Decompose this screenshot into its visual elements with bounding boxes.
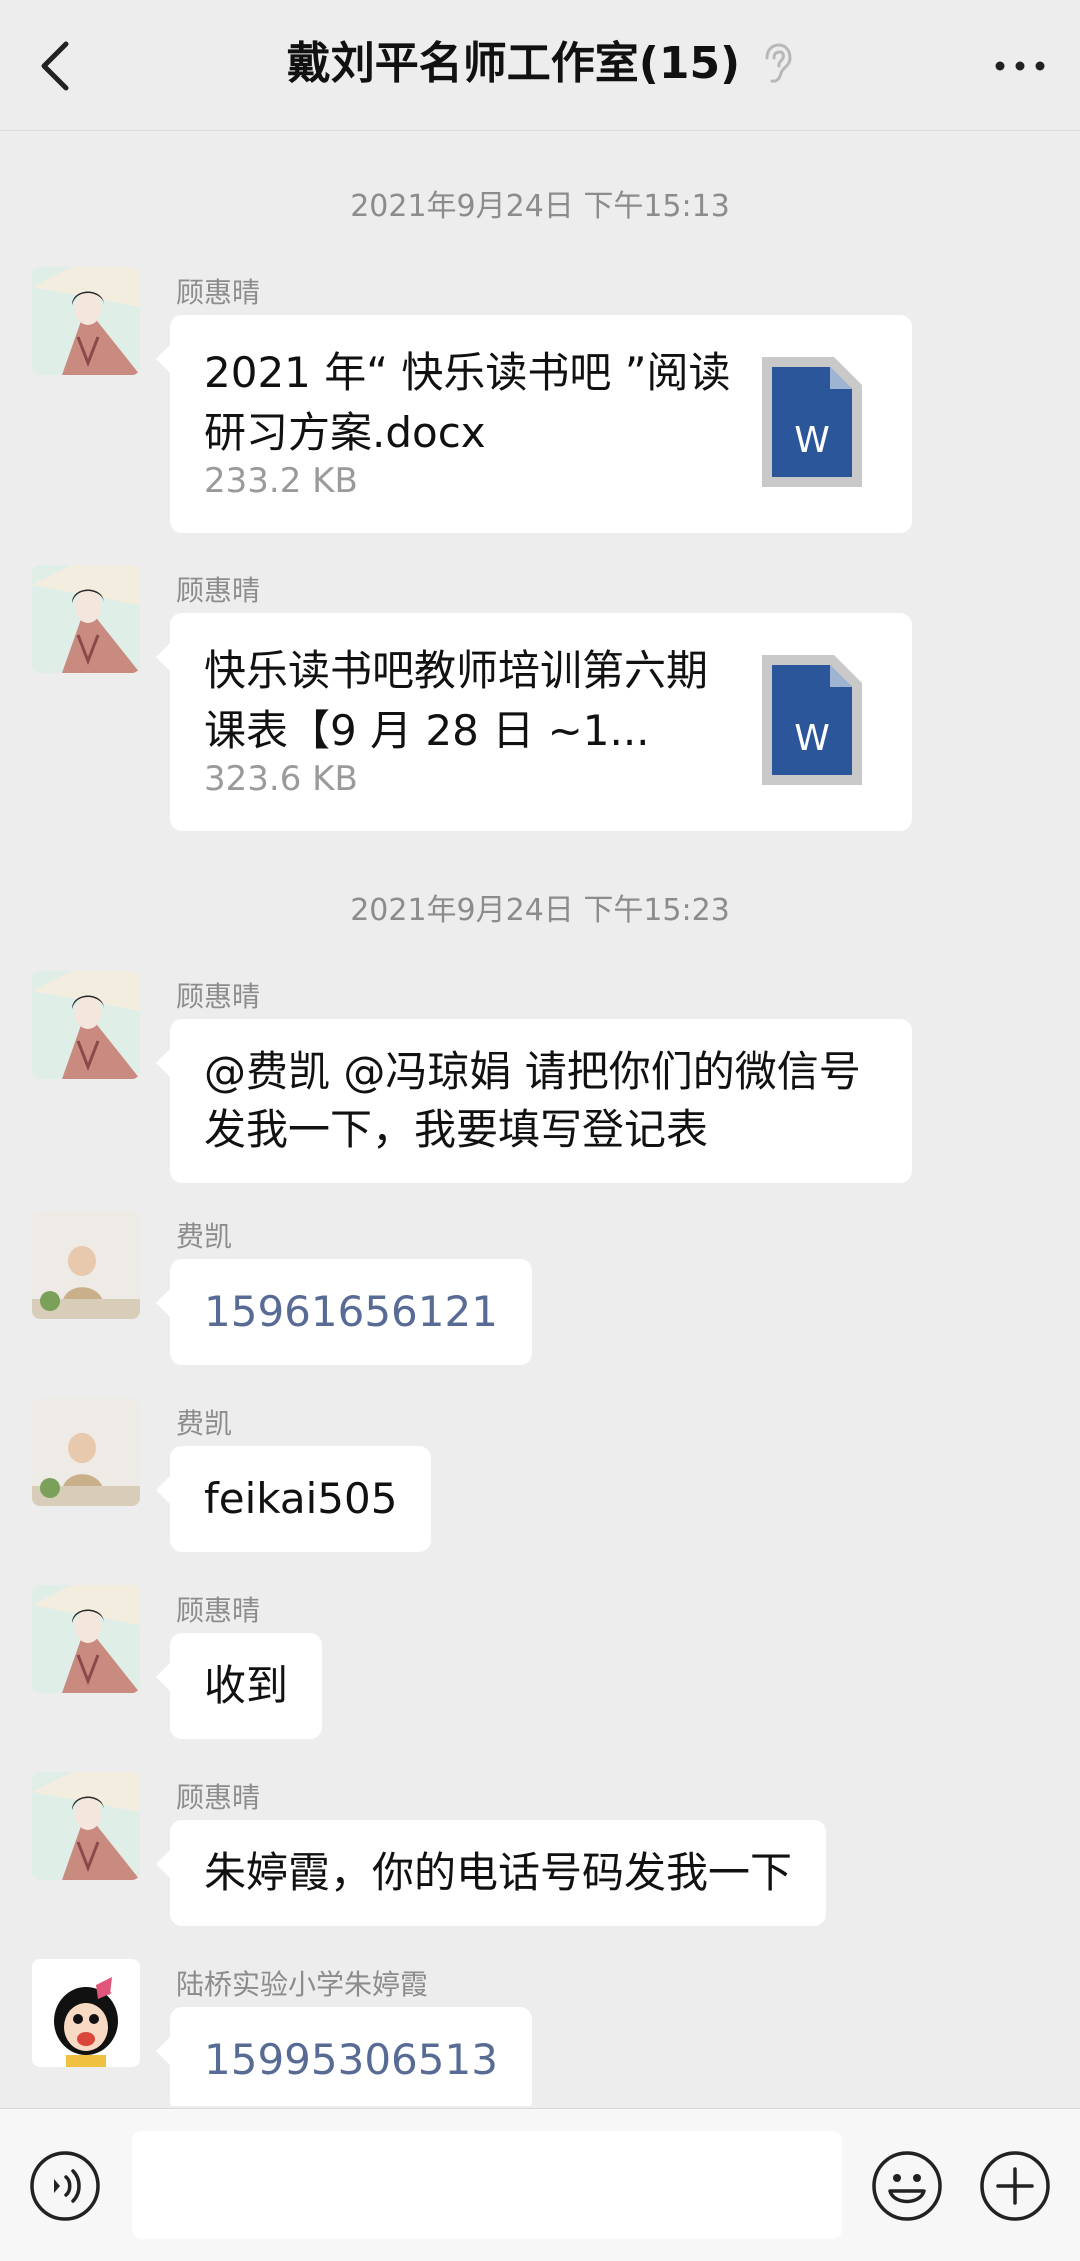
sender-name: 费凯 <box>176 1407 233 1440</box>
phone-link-message[interactable]: 15961656121 <box>156 1259 532 1365</box>
sender-name: 顾惠晴 <box>176 1781 261 1814</box>
avatar[interactable] <box>32 267 140 375</box>
sender-name: 顾惠晴 <box>176 574 261 607</box>
emoji-icon[interactable] <box>870 2149 944 2223</box>
text-message[interactable]: 朱婷霞，你的电话号码发我一下 <box>155 1820 827 1926</box>
avatar[interactable] <box>32 971 140 1079</box>
voice-icon[interactable] <box>28 2149 102 2223</box>
svg-text:W: W <box>794 718 830 759</box>
timestamp: 2021年9月24日 下午15:23 <box>350 893 730 928</box>
more-dots-icon[interactable] <box>990 46 1050 86</box>
avatar[interactable] <box>32 1211 140 1319</box>
file-message[interactable]: 2021 年“ 快乐读书吧 ”阅读研习方案.docx 233.2 KB W <box>156 315 912 533</box>
word-document-icon: W <box>762 357 862 487</box>
file-name: 2021 年“ 快乐读书吧 ”阅读研习方案.docx <box>204 348 731 457</box>
chat-area[interactable]: 2021年9月24日 下午15:13 顾惠晴 2021 年“ 快乐读书吧 ”阅读… <box>0 131 1080 2106</box>
text-message[interactable]: @费凯 @冯琼娟 请把你们的微信号发我一下，我要填写登记表 <box>156 1019 912 1183</box>
avatar[interactable] <box>32 1959 140 2067</box>
input-bar <box>0 2108 1080 2261</box>
file-message[interactable]: 快乐读书吧教师培训第六期课表【9 月 28 日 ~1... 323.6 KB W <box>156 613 912 831</box>
avatar[interactable] <box>32 565 140 673</box>
sender-name: 费凯 <box>176 1220 233 1253</box>
sender-name: 陆桥实验小学朱婷霞 <box>176 1968 429 2001</box>
svg-text:W: W <box>794 420 830 461</box>
file-size: 233.2 KB <box>204 461 358 501</box>
avatar[interactable] <box>32 1772 140 1880</box>
file-size: 323.6 KB <box>204 759 358 799</box>
text-message[interactable]: feikai505 <box>155 1446 432 1552</box>
text-message[interactable]: 收到 <box>155 1633 323 1739</box>
message-input[interactable] <box>132 2131 842 2239</box>
ear-icon <box>765 43 792 83</box>
sender-name: 顾惠晴 <box>176 980 261 1013</box>
phone-link-message[interactable]: 15995306513 <box>156 2007 532 2106</box>
plus-icon[interactable] <box>978 2149 1052 2223</box>
sender-name: 顾惠晴 <box>176 276 261 309</box>
title-wrap: 戴刘平名师工作室(15) <box>0 34 1080 94</box>
word-document-icon: W <box>762 655 862 785</box>
file-name: 快乐读书吧教师培训第六期课表【9 月 28 日 ~1... <box>204 646 709 755</box>
chat-header: 戴刘平名师工作室(15) <box>0 0 1080 131</box>
chat-title[interactable]: 戴刘平名师工作室(15) <box>287 38 740 89</box>
avatar[interactable] <box>32 1585 140 1693</box>
sender-name: 顾惠晴 <box>176 1594 261 1627</box>
avatar[interactable] <box>32 1398 140 1506</box>
timestamp: 2021年9月24日 下午15:13 <box>350 189 730 224</box>
